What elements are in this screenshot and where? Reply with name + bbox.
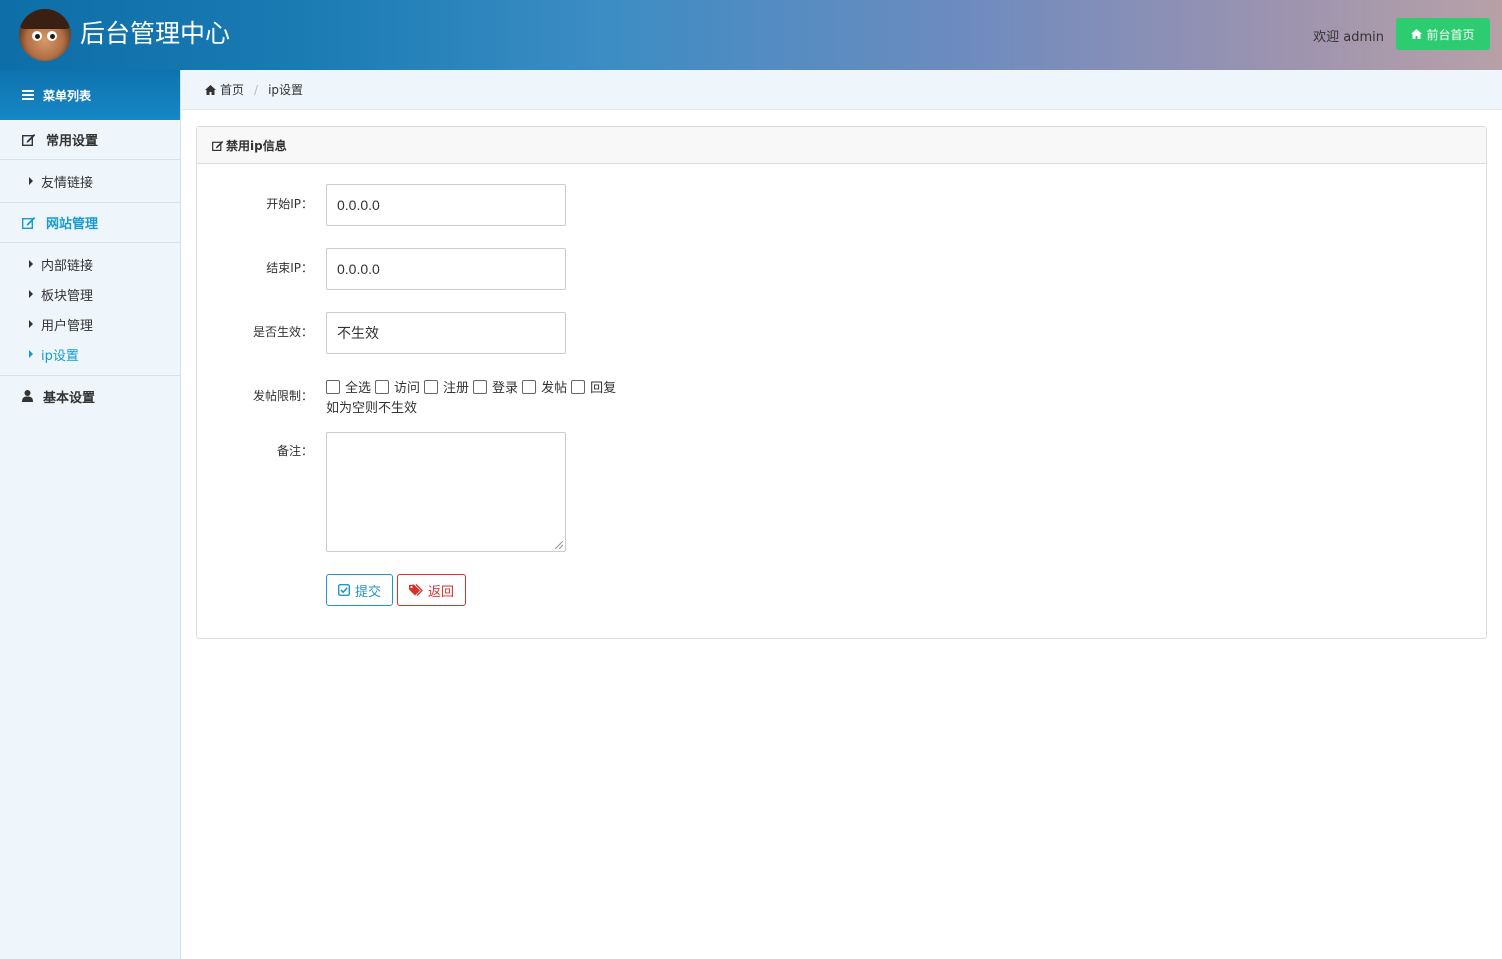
checkbox-label: 登录 bbox=[492, 381, 519, 396]
sidebar-item-label: 内部链接 bbox=[41, 258, 94, 274]
checkbox-select-all[interactable]: 全选 bbox=[326, 377, 371, 396]
caret-right-icon bbox=[29, 177, 33, 185]
edit-icon bbox=[22, 217, 36, 229]
sidebar-item-board-management[interactable]: 板块管理 bbox=[0, 279, 180, 309]
user-icon bbox=[22, 390, 33, 402]
sidebar-item-label: 板块管理 bbox=[41, 288, 94, 304]
tags-icon bbox=[408, 584, 423, 596]
checkbox-label: 发帖 bbox=[541, 381, 568, 396]
ip-ban-panel: 禁用ip信息 开始IP： 0.0.0.0 结束IP： 0.0.0.0 是否生效：… bbox=[196, 126, 1487, 639]
sidebar-item-user-management[interactable]: 用户管理 bbox=[0, 309, 180, 339]
back-button[interactable]: 返回 bbox=[397, 574, 466, 606]
checkbox-login[interactable]: 登录 bbox=[473, 377, 518, 396]
start-ip-input[interactable]: 0.0.0.0 bbox=[326, 184, 566, 226]
sidebar-group-common-settings[interactable]: 常用设置 bbox=[0, 120, 180, 160]
post-limit-control: 全选 访问 注册 登录 发帖 回复 如为空则不生效 bbox=[326, 377, 616, 416]
resize-grip-icon[interactable] bbox=[555, 541, 563, 549]
form-action-buttons: 提交 返回 bbox=[326, 574, 466, 606]
checkbox-box[interactable] bbox=[571, 379, 586, 394]
home-button-label: 前台首页 bbox=[1426, 27, 1475, 42]
enabled-select[interactable]: 不生效 bbox=[326, 312, 566, 354]
breadcrumb-home-link[interactable]: 首页 bbox=[220, 81, 244, 98]
checkbox-register[interactable]: 注册 bbox=[424, 377, 469, 396]
panel-title: 禁用ip信息 bbox=[226, 138, 287, 153]
breadcrumb: 首页 / ip设置 bbox=[181, 70, 1502, 110]
checkbox-label: 回复 bbox=[590, 381, 617, 396]
sidebar-group-label: 网站管理 bbox=[46, 217, 99, 232]
sidebar-item-internal-links[interactable]: 内部链接 bbox=[0, 249, 180, 279]
sidebar-item-ip-settings[interactable]: ip设置 bbox=[0, 339, 180, 369]
check-square-icon bbox=[337, 584, 350, 596]
checkbox-visit[interactable]: 访问 bbox=[375, 377, 420, 396]
caret-right-icon bbox=[29, 350, 33, 358]
enabled-label: 是否生效： bbox=[252, 325, 313, 339]
breadcrumb-current: ip设置 bbox=[268, 83, 304, 97]
caret-right-icon bbox=[29, 290, 33, 298]
post-limit-checkboxes: 全选 访问 注册 登录 发帖 回复 bbox=[326, 377, 616, 396]
checkbox-post[interactable]: 发帖 bbox=[522, 377, 567, 396]
sidebar-sublist: 友情链接 bbox=[0, 160, 180, 203]
edit-icon bbox=[22, 134, 36, 146]
sidebar-group-label: 常用设置 bbox=[46, 134, 99, 149]
sidebar: 菜单列表 常用设置 友情链接 网站管理 内部链接 板块管理 用户管理 ip设置 bbox=[0, 70, 181, 959]
checkbox-label: 全选 bbox=[345, 381, 372, 396]
post-limit-hint: 如为空则不生效 bbox=[326, 401, 418, 416]
caret-right-icon bbox=[29, 260, 33, 268]
sidebar-sublist: 内部链接 板块管理 用户管理 ip设置 bbox=[0, 243, 180, 376]
sidebar-item-label: ip设置 bbox=[41, 348, 79, 364]
frontend-home-button[interactable]: 前台首页 bbox=[1396, 18, 1490, 50]
welcome-text: 欢迎 admin bbox=[1313, 30, 1384, 45]
back-label: 返回 bbox=[427, 584, 454, 600]
panel-header: 禁用ip信息 bbox=[197, 127, 1486, 164]
end-ip-input[interactable]: 0.0.0.0 bbox=[326, 248, 566, 290]
checkbox-box[interactable] bbox=[522, 379, 537, 394]
sidebar-item-label: 友情链接 bbox=[41, 175, 94, 191]
top-header: 后台管理中心 欢迎 admin 前台首页 bbox=[0, 0, 1502, 70]
menu-header: 菜单列表 bbox=[0, 70, 180, 120]
end-ip-label: 结束IP： bbox=[266, 261, 313, 275]
sidebar-group-label: 基本设置 bbox=[43, 390, 96, 406]
checkbox-box[interactable] bbox=[424, 379, 439, 394]
form-row-remark: 备注： bbox=[197, 432, 1486, 552]
sidebar-item-friend-links[interactable]: 友情链接 bbox=[0, 166, 180, 196]
start-ip-label: 开始IP： bbox=[266, 197, 313, 211]
sidebar-group-site-management[interactable]: 网站管理 bbox=[0, 203, 180, 243]
post-limit-label: 发帖限制： bbox=[252, 389, 313, 403]
checkbox-box[interactable] bbox=[375, 379, 390, 394]
site-title: 后台管理中心 bbox=[80, 19, 231, 48]
avatar-logo bbox=[19, 9, 71, 61]
checkbox-label: 注册 bbox=[443, 381, 470, 396]
checkbox-box[interactable] bbox=[326, 379, 340, 394]
menu-header-label: 菜单列表 bbox=[43, 88, 92, 103]
caret-right-icon bbox=[29, 320, 33, 328]
sidebar-item-label: 用户管理 bbox=[41, 318, 94, 334]
home-icon bbox=[205, 84, 216, 95]
checkbox-reply[interactable]: 回复 bbox=[571, 377, 616, 396]
submit-label: 提交 bbox=[354, 584, 381, 600]
home-icon bbox=[1411, 29, 1423, 39]
sidebar-group-basic-settings[interactable]: 基本设置 bbox=[0, 376, 180, 416]
remark-label: 备注： bbox=[276, 444, 313, 458]
edit-icon bbox=[212, 140, 224, 151]
breadcrumb-separator: / bbox=[254, 82, 259, 97]
list-icon bbox=[22, 90, 34, 100]
checkbox-label: 访问 bbox=[394, 381, 421, 396]
submit-button[interactable]: 提交 bbox=[326, 574, 393, 606]
checkbox-box[interactable] bbox=[473, 379, 488, 394]
remark-textarea[interactable] bbox=[326, 432, 566, 552]
